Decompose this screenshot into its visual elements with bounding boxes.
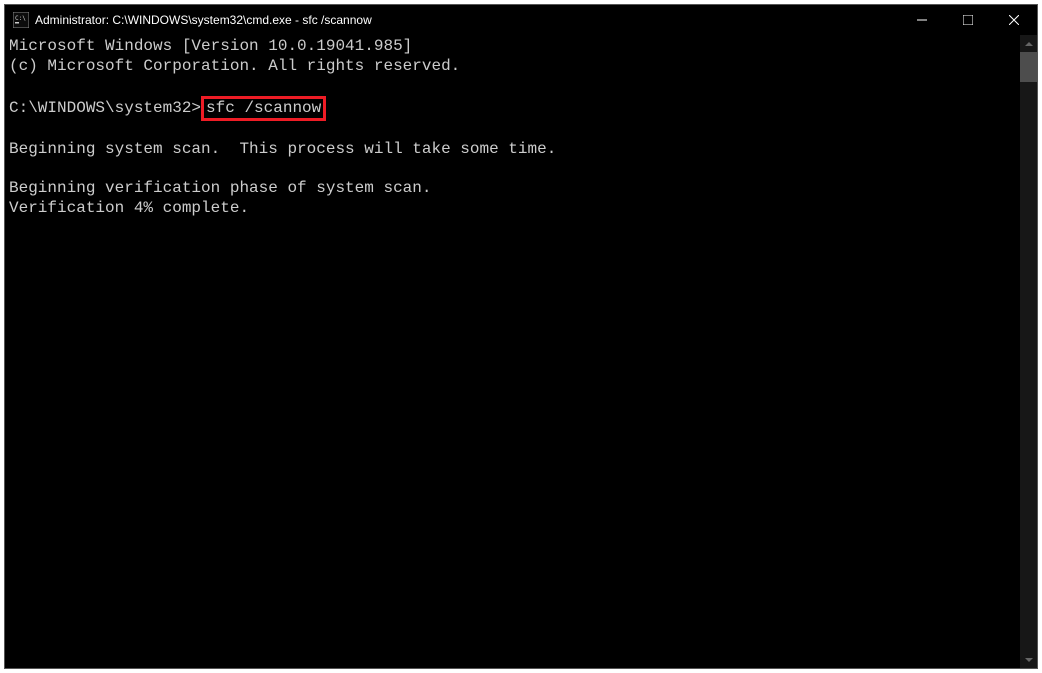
scan-begin-line: Beginning system scan. This process will… — [9, 140, 556, 158]
command-text: sfc /scannow — [206, 99, 321, 117]
minimize-button[interactable] — [899, 5, 945, 35]
cmd-window: C:\ Administrator: C:\WINDOWS\system32\c… — [4, 4, 1038, 669]
scroll-down-button[interactable] — [1020, 651, 1037, 668]
titlebar[interactable]: C:\ Administrator: C:\WINDOWS\system32\c… — [5, 5, 1037, 35]
verify-begin-line: Beginning verification phase of system s… — [9, 179, 431, 197]
command-highlight: sfc /scannow — [201, 96, 326, 121]
body-area: Microsoft Windows [Version 10.0.19041.98… — [5, 35, 1037, 668]
vertical-scrollbar[interactable] — [1020, 35, 1037, 668]
terminal-output[interactable]: Microsoft Windows [Version 10.0.19041.98… — [5, 35, 1020, 668]
scroll-thumb[interactable] — [1020, 52, 1037, 82]
scroll-up-button[interactable] — [1020, 35, 1037, 52]
copyright-line: (c) Microsoft Corporation. All rights re… — [9, 57, 460, 75]
svg-text:C:\: C:\ — [15, 15, 26, 22]
verify-progress-line: Verification 4% complete. — [9, 199, 249, 217]
prompt-text: C:\WINDOWS\system32> — [9, 99, 201, 117]
maximize-button[interactable] — [945, 5, 991, 35]
window-controls — [899, 5, 1037, 35]
window-title: Administrator: C:\WINDOWS\system32\cmd.e… — [35, 13, 899, 27]
version-line: Microsoft Windows [Version 10.0.19041.98… — [9, 37, 412, 55]
close-button[interactable] — [991, 5, 1037, 35]
scroll-track[interactable] — [1020, 52, 1037, 651]
cmd-icon: C:\ — [13, 12, 29, 28]
